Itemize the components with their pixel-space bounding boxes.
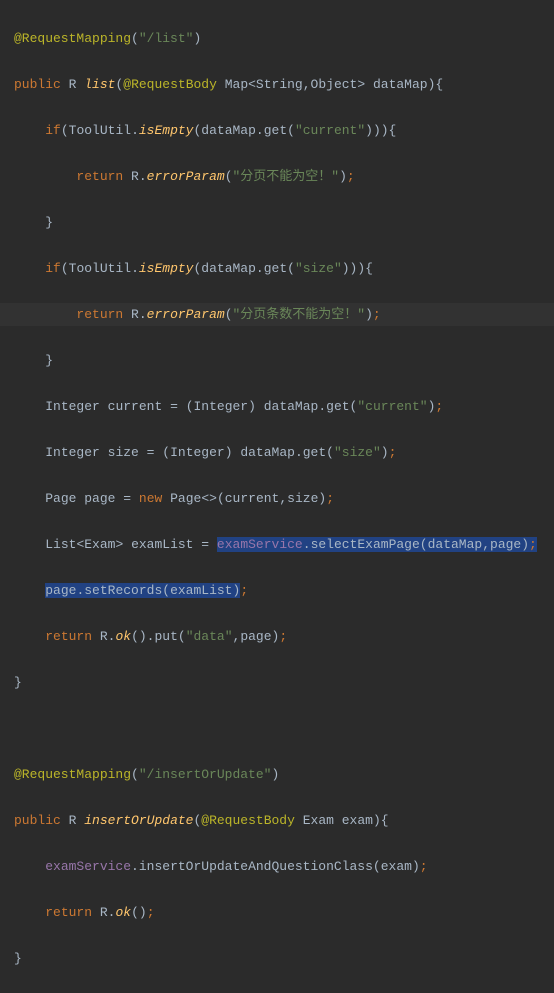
code-line: if(ToolUtil.isEmpty(dataMap.get("size"))… [14,257,554,280]
code-line: public R insertOrUpdate(@RequestBody Exa… [14,809,554,832]
code-line: Integer size = (Integer) dataMap.get("si… [14,441,554,464]
code-line: return R.errorParam("分页不能为空！"); [14,165,554,188]
code-line: public R list(@RequestBody Map<String,Ob… [14,73,554,96]
code-line: } [14,947,554,970]
code-line: return R.ok().put("data",page); [14,625,554,648]
code-line: examService.insertOrUpdateAndQuestionCla… [14,855,554,878]
code-line: @RequestMapping("/list") [14,27,554,50]
code-editor[interactable]: @RequestMapping("/list") public R list(@… [0,4,554,993]
code-line: } [14,671,554,694]
code-line: } [14,349,554,372]
code-line: if(ToolUtil.isEmpty(dataMap.get("current… [14,119,554,142]
blank-line [14,717,554,740]
code-line: Page page = new Page<>(current,size); [14,487,554,510]
code-line: @RequestMapping("/insertOrUpdate") [14,763,554,786]
code-line: Integer current = (Integer) dataMap.get(… [14,395,554,418]
code-line: page.setRecords(examList); [14,579,554,602]
code-line: List<Exam> examList = examService.select… [14,533,554,556]
code-line-active: return R.errorParam("分页条数不能为空！"); [0,303,554,326]
code-line: return R.ok(); [14,901,554,924]
code-line: } [14,211,554,234]
